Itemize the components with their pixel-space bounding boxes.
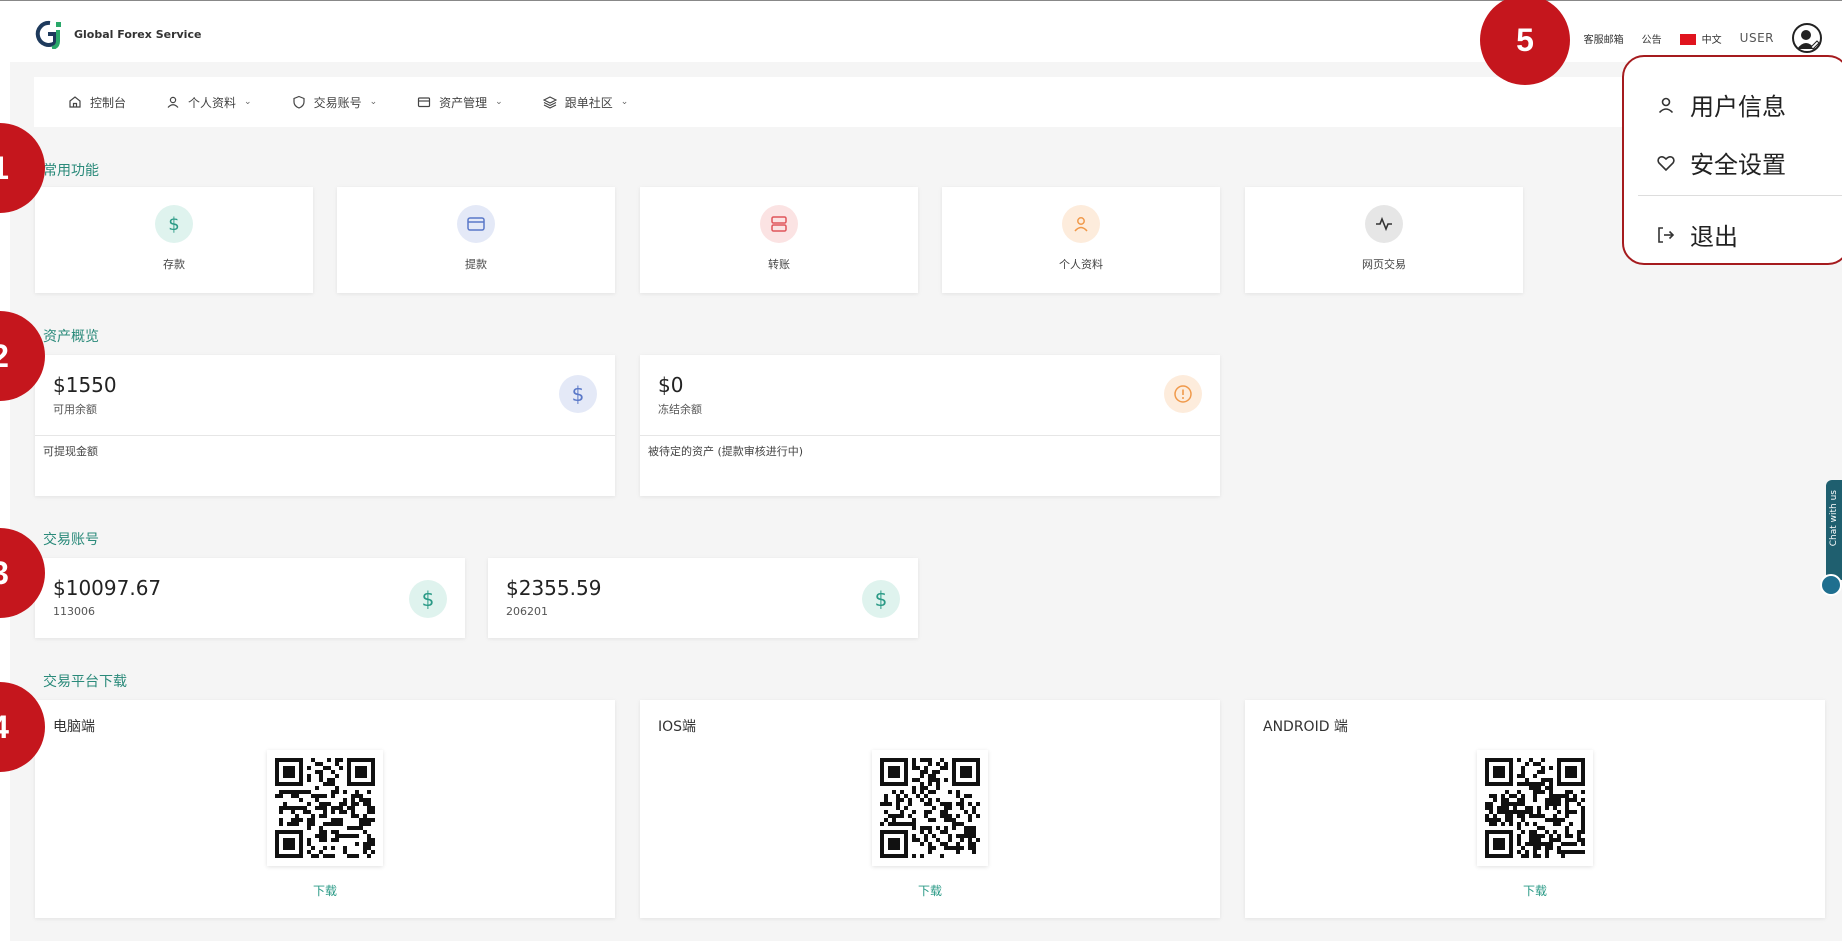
function-label: 提款 [465,258,487,271]
home-icon [69,96,81,108]
divider [1638,195,1842,196]
activity-icon [1365,205,1403,243]
function-label: 存款 [163,258,185,271]
download-title: 电脑端 [53,719,95,735]
account-balance: $2355.59 [506,576,602,600]
menu-item-logout[interactable]: 退出 [1656,217,1738,252]
trading-account-card[interactable]: $10097.67 113006 $ [35,558,465,638]
mailbox-link[interactable]: 客服邮箱 [1584,31,1624,46]
trading-account-card[interactable]: $2355.59 206201 $ [488,558,918,638]
card-icon [457,205,495,243]
section-title-common: 常用功能 [43,163,99,179]
header-actions: 客服邮箱 公告 中文 USER [1584,23,1822,53]
server-icon [760,205,798,243]
chevron-down-icon: ⌄ [244,97,252,107]
function-label: 转账 [768,258,790,271]
download-link[interactable]: 下载 [640,882,1220,899]
dollar-icon: $ [559,375,597,413]
user-icon [167,96,179,108]
nav-profile[interactable]: 个人资料 ⌄ [166,94,252,111]
dollar-icon: $ [862,580,900,618]
user-icon [1062,205,1100,243]
user-icon [1658,97,1674,113]
chevron-down-icon: ⌄ [369,97,378,107]
download-card-desktop: 电脑端 下载 [35,700,615,918]
main-nav: 控制台 个人资料 ⌄ 交易账号 ⌄ 资产管理 ⌄ 跟单社区 ⌄ [34,77,1824,127]
menu-item-user-info[interactable]: 用户信息 [1656,87,1786,122]
chat-label: Chat with us [1829,490,1839,547]
chevron-down-icon: ⌄ [620,97,629,107]
nav-label: 个人资料 [188,95,237,110]
nav-label: 控制台 [90,95,127,110]
nav-label: 资产管理 [439,95,488,110]
brand-name: Global Forex Service [74,27,202,41]
download-title: IOS端 [658,719,697,735]
function-card-transfer[interactable]: 转账 [640,187,918,293]
menu-item-label: 退出 [1690,223,1738,251]
qr-code [872,750,988,866]
download-title: ANDROID 端 [1263,719,1348,735]
nav-trading-account[interactable]: 交易账号 ⌄ [292,94,378,111]
function-card-withdraw[interactable]: 提款 [337,187,615,293]
chat-bubble-icon[interactable] [1820,574,1842,596]
function-card-deposit[interactable]: $ 存款 [35,187,313,293]
user-label[interactable]: USER [1740,31,1774,45]
menu-item-security[interactable]: 安全设置 [1656,145,1786,180]
divider [35,435,615,436]
divider [640,435,1220,436]
asset-label: 冻结余额 [658,403,702,416]
section-title-downloads: 交易平台下载 [43,674,127,690]
alert-icon [1164,375,1202,413]
section-title-assets: 资产概览 [43,329,99,345]
asset-card-frozen: $0 冻结余额 被待定的资产 (提款审核进行中) [640,355,1220,496]
menu-item-label: 安全设置 [1690,151,1786,179]
menu-item-label: 用户信息 [1690,93,1786,121]
logo-icon [34,19,64,50]
download-card-ios: IOS端 下载 [640,700,1220,918]
qr-code [1477,750,1593,866]
qr-code [267,750,383,866]
dollar-icon: $ [409,580,447,618]
wallet-icon [418,97,431,108]
function-card-profile[interactable]: 个人资料 [942,187,1220,293]
nav-label: 跟单社区 [564,95,613,110]
notice-link[interactable]: 公告 [1642,31,1662,46]
function-label: 个人资料 [1059,258,1103,271]
chevron-down-icon: ⌄ [495,97,503,107]
account-id: 113006 [53,605,95,618]
heart-icon [1657,155,1675,171]
language-switch[interactable]: 中文 [1679,31,1722,46]
function-label: 网页交易 [1362,258,1406,271]
asset-note: 被待定的资产 (提款审核进行中) [648,445,804,458]
function-card-web-trading[interactable]: 网页交易 [1245,187,1523,293]
logout-icon [1658,226,1675,243]
asset-card-available: $1550 可用余额 $ 可提现金额 [35,355,615,496]
user-dropdown-menu: 用户信息 安全设置 退出 [1622,55,1842,265]
nav-asset-management[interactable]: 资产管理 ⌄ [417,94,503,111]
download-link[interactable]: 下载 [35,882,615,899]
asset-amount: $0 [658,373,684,397]
dollar-icon: $ [155,205,193,243]
china-flag-icon [1679,34,1696,45]
account-balance: $10097.67 [53,576,162,600]
layers-icon [542,96,557,109]
shield-icon [292,95,305,109]
nav-label: 交易账号 [313,95,362,110]
language-label: 中文 [1701,34,1722,46]
asset-label: 可用余额 [53,403,97,416]
nav-dashboard[interactable]: 控制台 [68,94,126,111]
download-link[interactable]: 下载 [1245,882,1825,899]
section-title-accounts: 交易账号 [43,532,99,548]
avatar[interactable] [1792,23,1822,53]
asset-amount: $1550 [53,373,117,397]
brand-logo[interactable]: Global Forex Service [34,19,202,50]
asset-note: 可提现金额 [43,445,98,458]
nav-copy-trading[interactable]: 跟单社区 ⌄ [542,94,629,111]
download-card-android: ANDROID 端 下载 [1245,700,1825,918]
account-id: 206201 [506,605,548,618]
